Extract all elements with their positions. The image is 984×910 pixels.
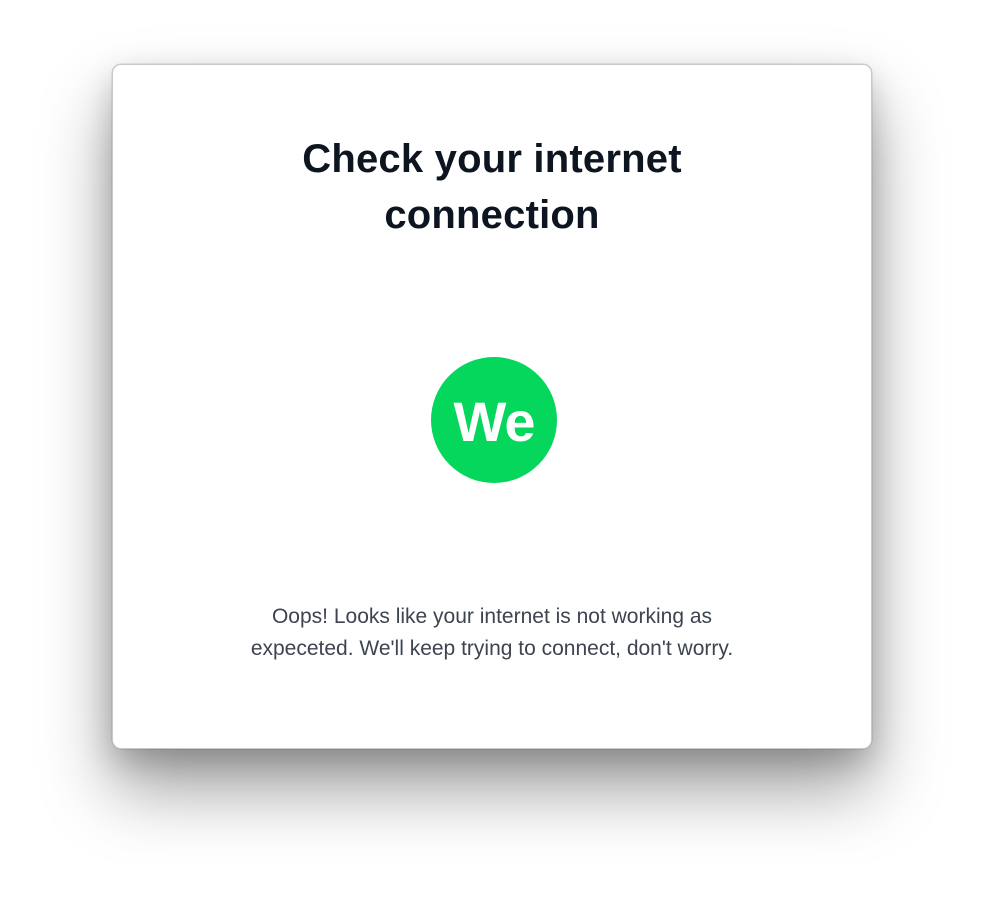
offline-message-line-1: Oops! Looks like your internet is not wo… xyxy=(271,605,713,628)
dialog-title: Check your internet connection xyxy=(113,131,871,243)
dialog-title-line-1: Check your internet xyxy=(302,137,682,181)
logo-text: We xyxy=(453,389,536,453)
offline-message-line-2: expeceted. We'll keep trying to connect,… xyxy=(250,637,734,660)
offline-dialog: Check your internet connection We Oops! … xyxy=(112,64,872,749)
we-logo-icon: We xyxy=(431,357,557,483)
screen: Check your internet connection We Oops! … xyxy=(0,0,984,910)
offline-message: Oops! Looks like your internet is not wo… xyxy=(113,601,871,665)
dialog-title-line-2: connection xyxy=(384,193,600,237)
